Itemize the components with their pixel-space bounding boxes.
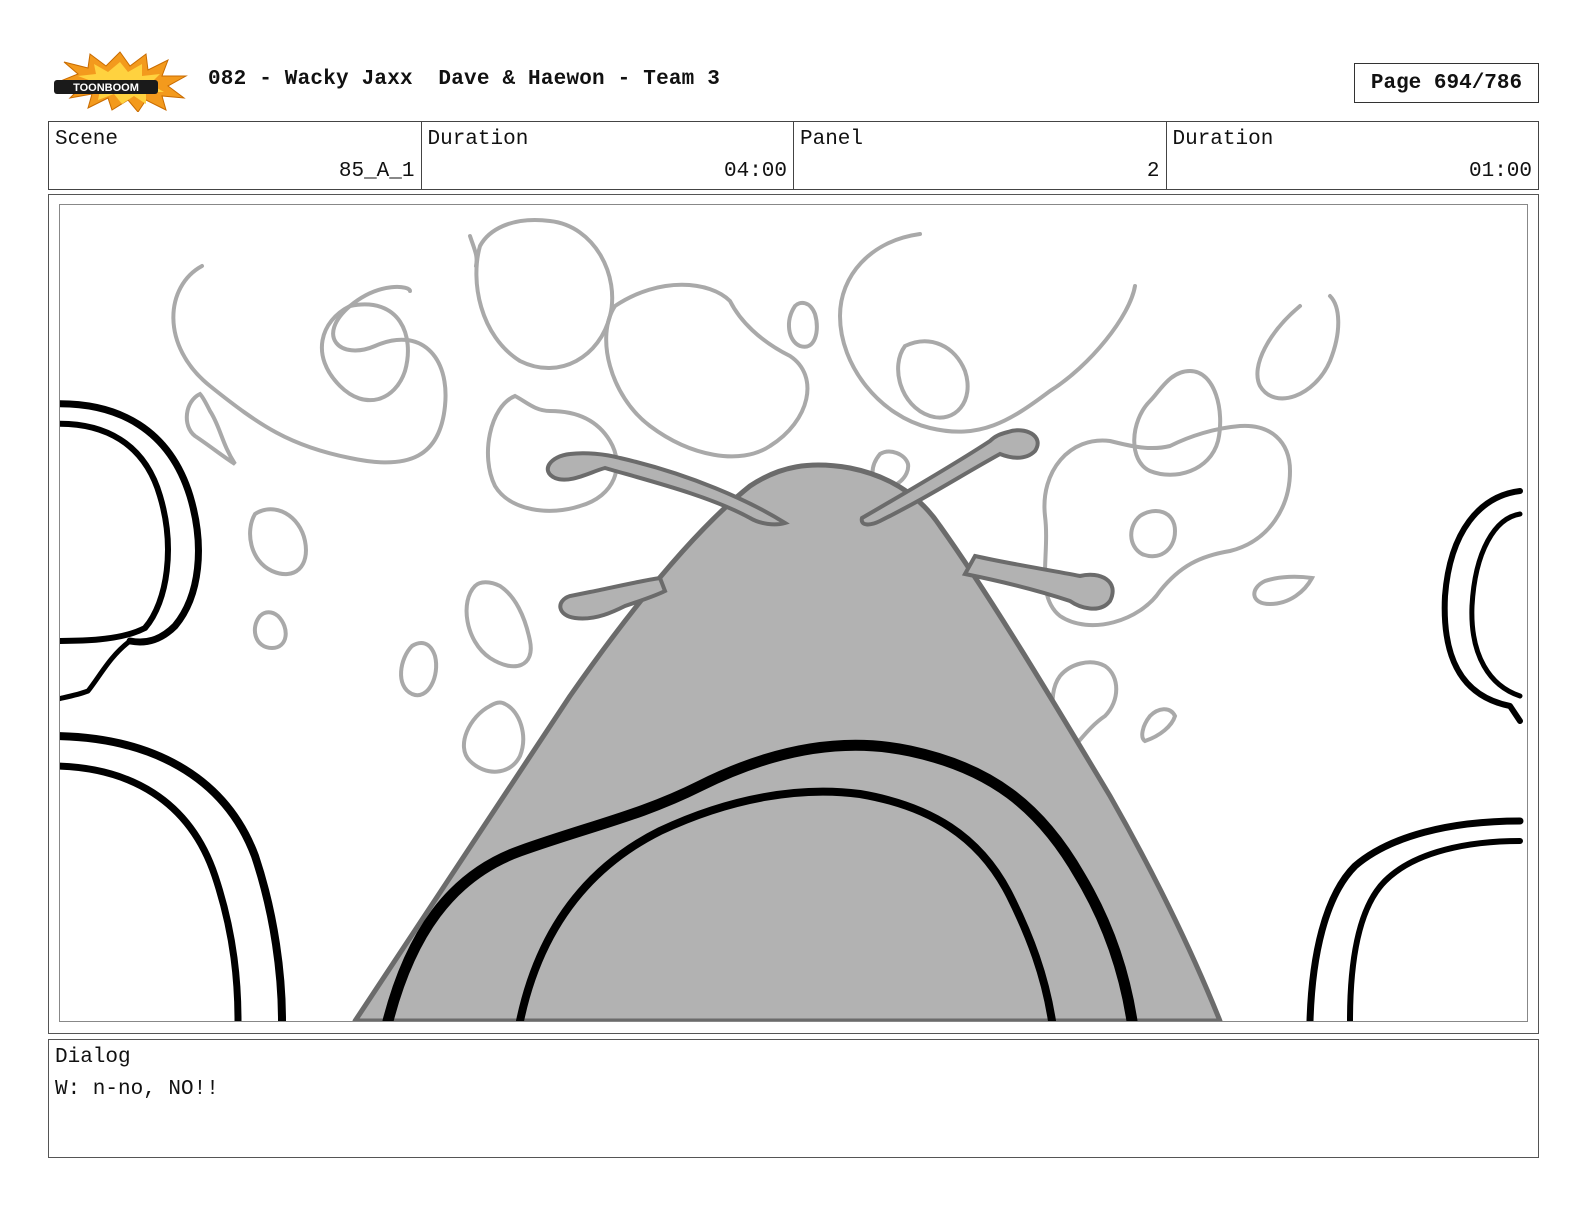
- page-indicator: Page 694/786: [1354, 63, 1539, 103]
- smoke-outline: [320, 302, 410, 403]
- smoke-outline: [837, 232, 1137, 434]
- smoke-outline: [252, 610, 288, 651]
- creature-silhouette: [352, 428, 1223, 1021]
- smoke-outline: [1129, 509, 1178, 559]
- scene-info-row: Scene 85_A_1 Duration 04:00 Panel 2 Dura…: [48, 121, 1539, 190]
- panel-duration-label: Duration: [1172, 128, 1274, 151]
- smoke-outline: [184, 391, 237, 466]
- smoke-outline: [1140, 707, 1178, 744]
- panel-duration-cell: Duration 01:00: [1167, 122, 1539, 189]
- ink-ring: [60, 638, 133, 702]
- dialog-text: W: n-no, NO!!: [55, 1078, 219, 1101]
- smoke-outline: [399, 641, 439, 698]
- ink-ring: [60, 400, 202, 646]
- panel-value: 2: [1146, 160, 1160, 183]
- smoke-outline: [468, 234, 479, 268]
- scene-cell: Scene 85_A_1: [49, 122, 422, 189]
- panel-label: Panel: [800, 128, 864, 151]
- smoke-outline: [896, 339, 970, 420]
- ink-ring: [1469, 511, 1523, 699]
- scene-value: 85_A_1: [338, 160, 415, 183]
- ink-ring: [1347, 838, 1523, 1021]
- panel-duration-value: 01:00: [1468, 160, 1532, 183]
- creature-arm-upper-right: [859, 428, 1040, 527]
- smoke-outline: [1252, 574, 1316, 607]
- smoke-outline: [1255, 294, 1341, 401]
- logo-text: TOONBOOM: [73, 82, 139, 94]
- scene-label: Scene: [55, 128, 119, 151]
- scene-duration-value: 04:00: [723, 160, 787, 183]
- ink-ring: [1441, 488, 1523, 724]
- storyboard-panel-frame: [48, 194, 1539, 1034]
- panel-cell: Panel 2: [794, 122, 1167, 189]
- ink-ring: [60, 732, 286, 1021]
- storyboard-panel: [59, 204, 1528, 1022]
- smoke-outline: [464, 580, 533, 669]
- ink-ring: [1306, 817, 1524, 1021]
- dialog-label: Dialog: [55, 1046, 131, 1069]
- scene-duration-label: Duration: [427, 128, 529, 151]
- scene-duration-cell: Duration 04:00: [422, 122, 794, 189]
- smoke-outline: [604, 282, 810, 459]
- toonboom-logo: TOONBOOM: [54, 51, 188, 112]
- smoke-outline: [248, 507, 308, 577]
- panel-sketch: [60, 218, 1524, 1021]
- ink-ring: [60, 762, 242, 1021]
- smoke-outline: [474, 218, 615, 371]
- dialog-box: Dialog W: n-no, NO!!: [48, 1039, 1539, 1158]
- document-title: 082 - Wacky Jaxx Dave & Haewon - Team 3: [208, 68, 721, 91]
- smoke-outline: [787, 300, 819, 349]
- creature-body: [352, 462, 1223, 1021]
- ink-ring: [60, 420, 171, 644]
- smoke-outline: [462, 700, 526, 774]
- smoke-outline: [1132, 368, 1223, 477]
